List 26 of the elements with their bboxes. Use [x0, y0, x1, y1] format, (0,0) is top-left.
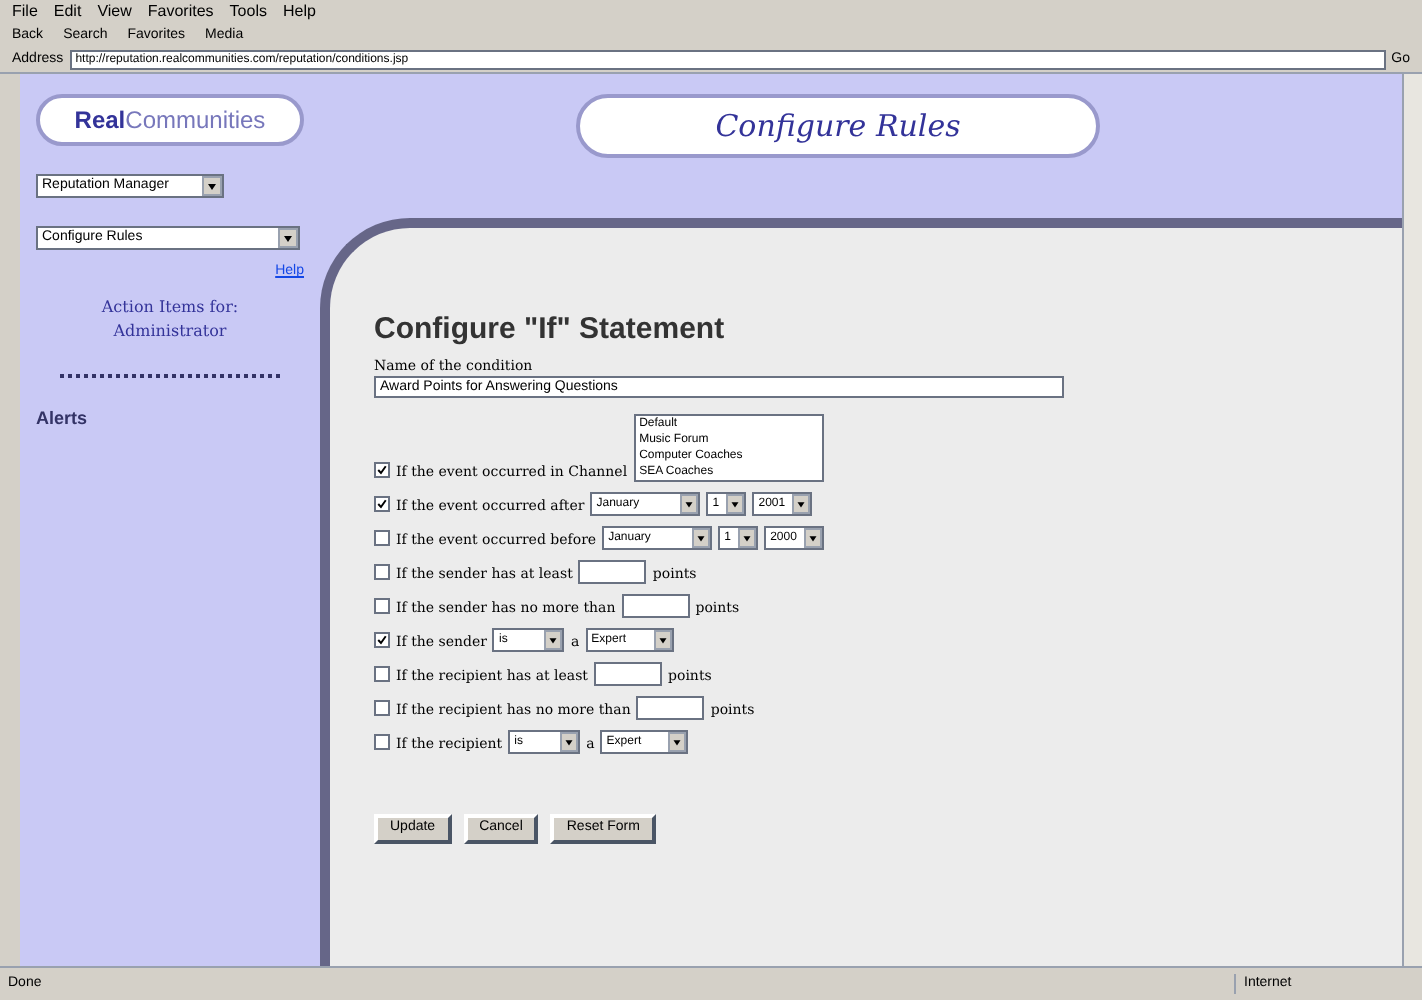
checkbox[interactable]	[374, 496, 390, 512]
checkbox[interactable]	[374, 700, 390, 716]
alerts-label: Alerts	[36, 405, 90, 431]
checkbox[interactable]	[374, 598, 390, 614]
checkbox[interactable]	[374, 632, 390, 648]
checkbox[interactable]	[374, 462, 390, 478]
menu-item[interactable]: File	[12, 0, 38, 24]
menu-item[interactable]: Tools	[229, 0, 267, 24]
page-title-banner: Configure Rules	[576, 94, 1100, 158]
logo-text: Real	[74, 104, 126, 138]
form-heading: Configure "If" Statement	[374, 310, 727, 350]
checkbox[interactable]	[374, 666, 390, 682]
action-items-text: Action Items for: Administrator	[99, 295, 241, 343]
menu-item[interactable]: Favorites	[147, 0, 214, 24]
menu-item[interactable]: Help	[282, 0, 316, 24]
points-input-field[interactable]	[578, 560, 647, 584]
checkbox[interactable]	[374, 734, 390, 750]
checkbox[interactable]	[374, 530, 390, 546]
logo-text: Communities	[125, 104, 266, 138]
scrollbar[interactable]	[1402, 74, 1422, 966]
checkbox[interactable]	[374, 564, 390, 580]
points-input-field[interactable]	[594, 662, 662, 686]
points-input-field[interactable]	[621, 594, 690, 618]
points-input-field[interactable]	[636, 696, 705, 720]
menu-item[interactable]: Edit	[53, 0, 82, 24]
menu-item[interactable]: View	[97, 0, 132, 24]
